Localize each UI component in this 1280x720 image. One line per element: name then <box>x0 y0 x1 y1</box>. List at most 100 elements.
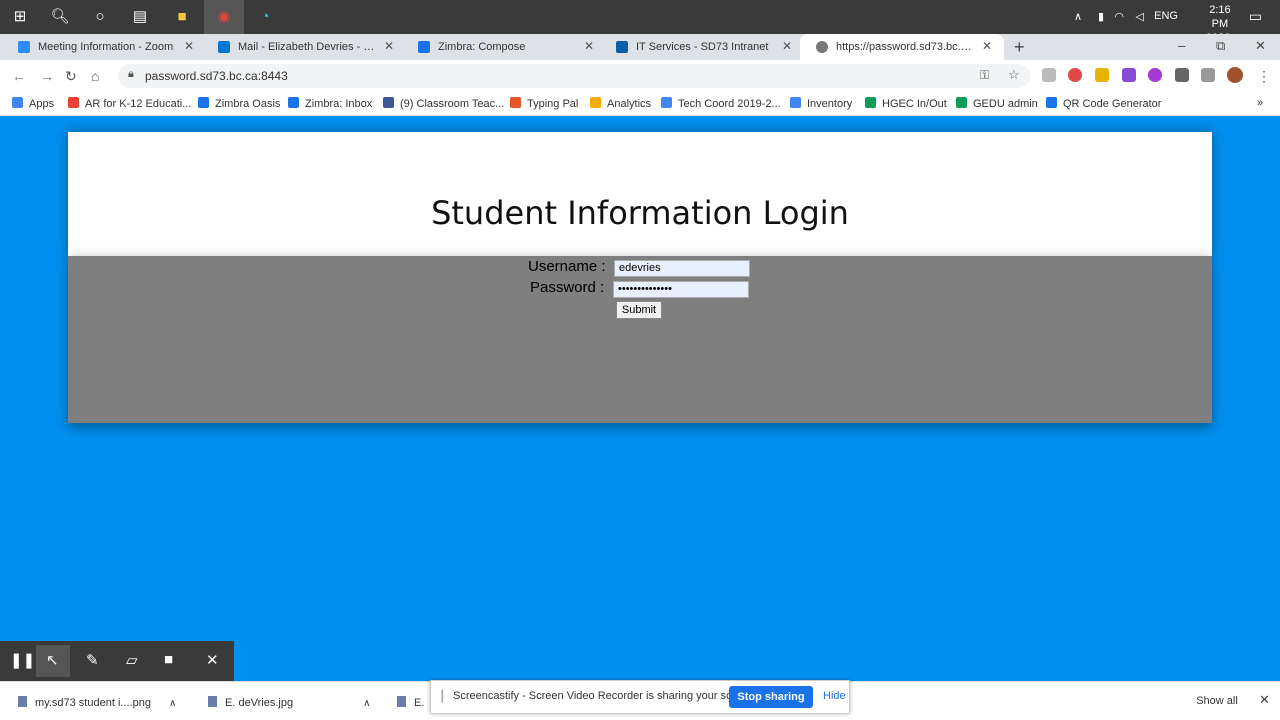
volume-icon[interactable]: ◁ <box>1136 10 1144 23</box>
bookmark-label: AR for K-12 Educati... <box>85 98 192 110</box>
docs-icon <box>790 97 801 108</box>
language-indicator[interactable]: ENG <box>1154 10 1178 22</box>
chevron-right-icon[interactable]: » <box>1257 97 1263 109</box>
bookmark-label: Typing Pal <box>527 98 579 110</box>
cortana-icon[interactable]: ○ <box>90 7 110 27</box>
outlook-icon <box>218 41 230 53</box>
lock-icon[interactable]: 🔒︎ <box>128 68 134 81</box>
camera-extension-icon[interactable] <box>1042 68 1056 82</box>
tab-zoom[interactable]: Meeting Information - Zoom ✕ <box>2 34 206 60</box>
bookmark-label: (9) Classroom Teac... <box>400 98 505 110</box>
avatar[interactable] <box>1227 67 1243 83</box>
drag-handle-icon[interactable]: ┃ <box>439 690 446 703</box>
close-icon[interactable]: ✕ <box>584 39 594 53</box>
zimbra-icon <box>198 97 209 108</box>
bookmark-inventory[interactable]: Inventory <box>790 97 852 110</box>
puzzle-icon[interactable] <box>1175 68 1189 82</box>
password-field[interactable]: •••••••••••••• <box>613 281 749 298</box>
page-title: Student Information Login <box>431 194 849 232</box>
globe-icon <box>816 41 828 53</box>
star-icon[interactable]: ☆ <box>1008 67 1020 83</box>
bookmark-gedu[interactable]: GEDU admin <box>956 97 1038 110</box>
zimbra-icon <box>418 41 430 53</box>
new-tab-icon[interactable]: + <box>1014 37 1025 58</box>
bookmark-label: Analytics <box>607 98 652 110</box>
tab-zimbra-compose[interactable]: Zimbra: Compose ✕ <box>402 34 606 60</box>
download-item[interactable]: my.sd73 student i....png ∧ <box>18 696 176 709</box>
pause-icon[interactable]: ❚❚ <box>10 651 35 669</box>
tab-outlook[interactable]: Mail - Elizabeth Devries - Outlook ✕ <box>202 34 406 60</box>
home-icon[interactable]: ⌂ <box>91 68 99 84</box>
stop-sharing-button[interactable]: Stop sharing <box>729 686 813 708</box>
reload-icon[interactable]: ↻ <box>65 68 77 85</box>
bookmark-icon <box>383 97 394 108</box>
bookmark-qr[interactable]: QR Code Generator <box>1046 97 1161 110</box>
bookmark-zimbra-inbox[interactable]: Zimbra: Inbox <box>288 97 372 110</box>
search-icon[interactable]: 🔍︎ <box>50 7 70 27</box>
hide-button[interactable]: Hide <box>823 690 846 702</box>
key-icon[interactable]: ⚿ <box>980 68 989 83</box>
file-explorer-icon[interactable]: ■ <box>172 7 192 27</box>
extension-icon[interactable] <box>1095 68 1109 82</box>
close-icon[interactable]: ✕ <box>982 39 992 53</box>
close-icon[interactable]: ✕ <box>782 39 792 53</box>
bookmarks-bar: Apps AR for K-12 Educati... Zimbra Oasis… <box>0 92 1280 116</box>
bookmark-typing-pal[interactable]: Typing Pal <box>510 97 578 110</box>
minimize-icon[interactable]: – <box>1178 38 1185 53</box>
edge-icon[interactable]: ◔ <box>255 7 275 27</box>
bookmark-analytics[interactable]: Analytics <box>590 97 651 110</box>
toolbar: ← → ↻ ⌂ 🔒︎ password.sd73.bc.ca:8443 ⚿ ☆ … <box>0 60 1280 92</box>
submit-button[interactable]: Submit <box>616 301 662 319</box>
windows-icon[interactable]: ⊞ <box>10 7 30 27</box>
screencastify-extension-icon[interactable] <box>1068 68 1082 82</box>
download-filename: my.sd73 student i....png <box>35 697 151 709</box>
file-icon <box>397 696 406 707</box>
extension-icon[interactable] <box>1148 68 1162 82</box>
download-item[interactable]: E. deVries.jpg ∧ <box>208 696 370 709</box>
bookmark-icon <box>68 97 79 108</box>
bookmark-classroom[interactable]: (9) Classroom Teac... <box>383 97 504 110</box>
back-icon[interactable]: ← <box>12 68 26 84</box>
window-close-icon[interactable]: ✕ <box>1255 38 1266 54</box>
extension-icon[interactable] <box>1122 68 1136 82</box>
eraser-icon[interactable]: ▱ <box>126 651 138 669</box>
close-icon[interactable]: ✕ <box>206 651 219 669</box>
sheets-icon <box>865 97 876 108</box>
pen-icon[interactable]: ✎ <box>86 651 99 669</box>
bookmark-hgec[interactable]: HGEC In/Out <box>865 97 947 110</box>
chrome-icon[interactable]: ◉ <box>214 7 234 27</box>
bookmark-ar[interactable]: AR for K-12 Educati... <box>68 97 191 110</box>
bookmark-zimbra-oasis[interactable]: Zimbra Oasis <box>198 97 280 110</box>
download-item[interactable]: E. <box>397 696 424 709</box>
login-header: Student Information Login <box>68 132 1212 256</box>
tab-it-services[interactable]: IT Services - SD73 Intranet ✕ <box>600 34 804 60</box>
address-bar[interactable]: 🔒︎ password.sd73.bc.ca:8443 ⚿ ☆ <box>118 64 1030 88</box>
forward-icon[interactable]: → <box>40 68 54 84</box>
screencastify-toolbar: ❚❚ ↖ ✎ ▱ ■ ✕ <box>0 641 234 681</box>
chevron-up-icon[interactable]: ∧ <box>363 698 370 709</box>
close-icon[interactable]: ✕ <box>1259 692 1270 708</box>
task-view-icon[interactable]: ▤ <box>130 7 150 27</box>
close-icon[interactable]: ✕ <box>384 39 394 53</box>
bookmark-label: QR Code Generator <box>1063 98 1162 110</box>
cast-icon[interactable] <box>1201 68 1215 82</box>
username-field[interactable]: edevries <box>614 260 750 277</box>
tab-label: Mail - Elizabeth Devries - Outlook <box>238 41 378 53</box>
battery-icon[interactable]: ▮ <box>1098 10 1104 23</box>
menu-icon[interactable]: ⋮ <box>1257 68 1271 85</box>
bookmark-label: GEDU admin <box>973 98 1038 110</box>
tab-password-active[interactable]: https://password.sd73.bc.ca:8443 ✕ <box>800 34 1004 60</box>
bookmark-apps[interactable]: Apps <box>12 97 54 110</box>
tab-label: Zimbra: Compose <box>438 41 526 53</box>
notifications-icon[interactable]: ▭ <box>1249 8 1262 25</box>
show-all-button[interactable]: Show all <box>1186 691 1248 711</box>
maximize-icon[interactable]: ⧉ <box>1216 38 1225 54</box>
chevron-up-icon[interactable]: ∧ <box>169 698 176 709</box>
file-icon <box>18 696 27 707</box>
wifi-icon[interactable]: ◠ <box>1114 10 1124 23</box>
cursor-icon[interactable]: ↖ <box>46 651 59 669</box>
bookmark-tech-coord[interactable]: Tech Coord 2019-2... <box>661 97 781 110</box>
camera-icon[interactable]: ■ <box>164 651 173 668</box>
chevron-up-icon[interactable]: ∧ <box>1074 10 1082 23</box>
close-icon[interactable]: ✕ <box>184 39 194 53</box>
